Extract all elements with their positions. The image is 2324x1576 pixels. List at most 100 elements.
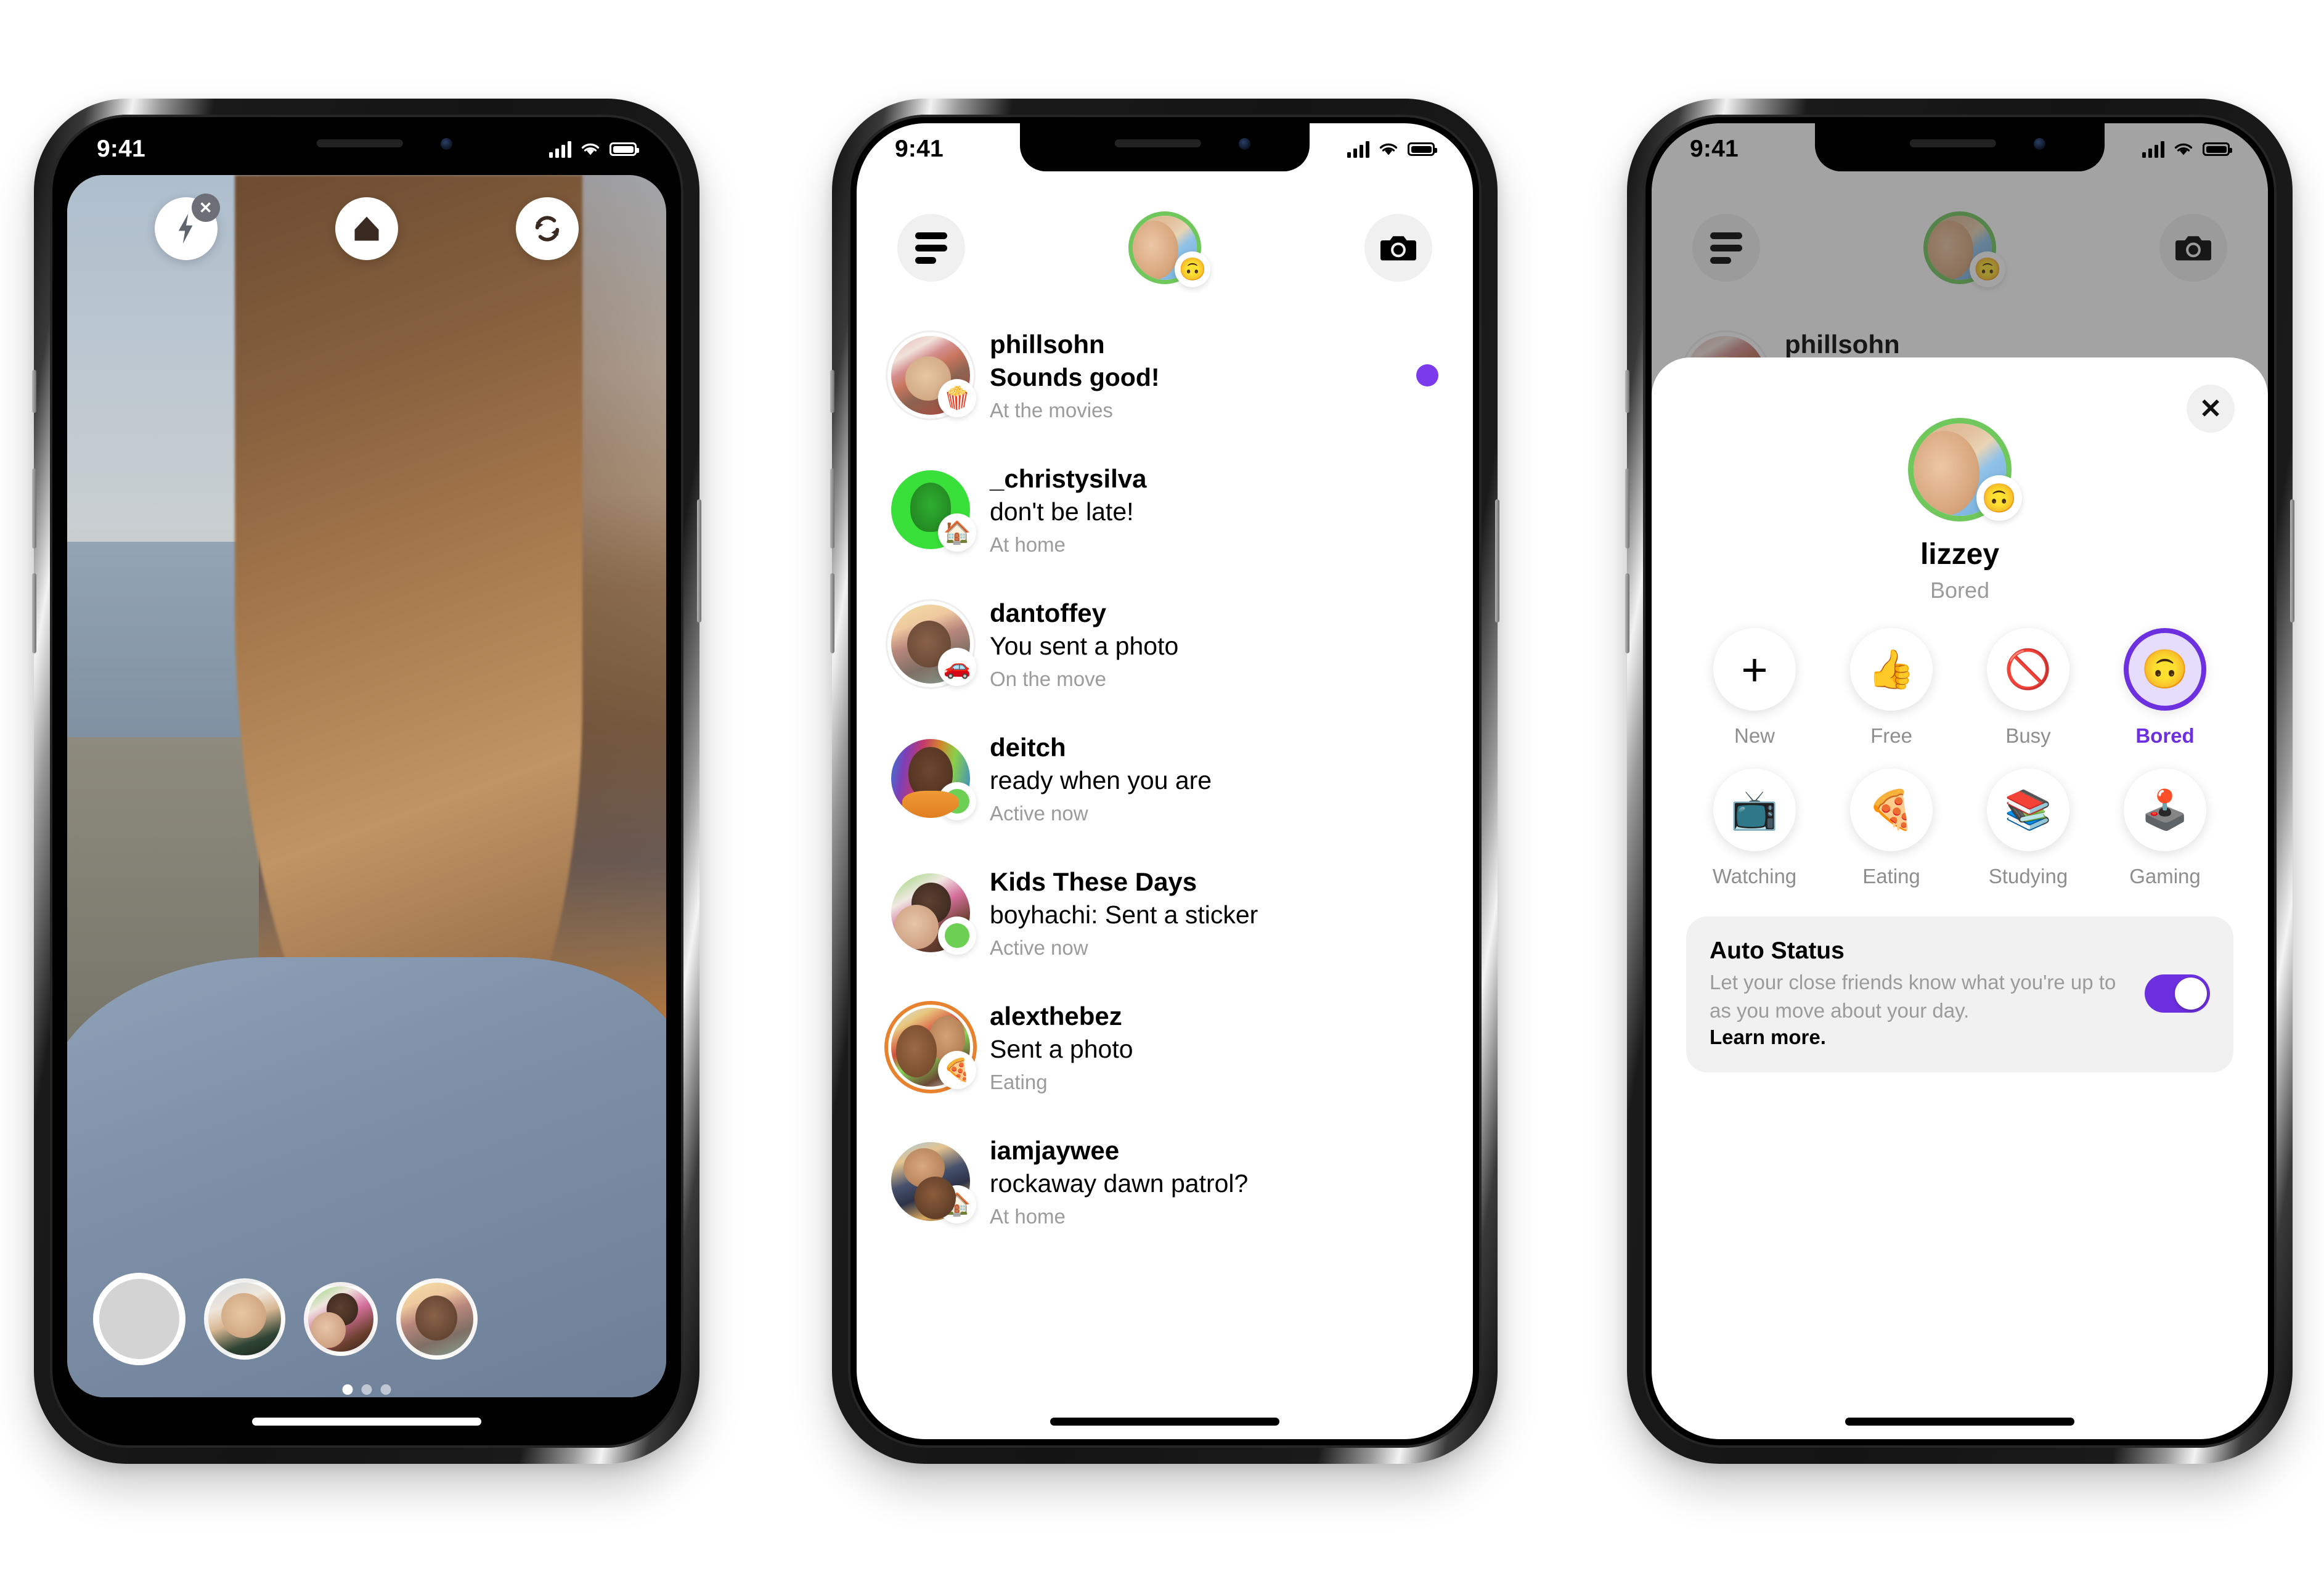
power-button[interactable] [697, 499, 701, 623]
status-option-busy[interactable]: 🚫 Busy [1960, 628, 2097, 748]
status-option-watching[interactable]: 📺 Watching [1686, 769, 1823, 888]
power-button[interactable] [1495, 499, 1499, 623]
thread-username: alexthebez [990, 1001, 1122, 1031]
close-icon: ✕ [2199, 393, 2222, 424]
thread-text: alexthebez Sent a photo Eating [990, 1000, 1438, 1094]
volume-up-button[interactable] [32, 468, 36, 549]
menu-button[interactable] [897, 214, 965, 282]
status-grid: + New 👍 Free 🚫 Busy 🙃 Bored 📺 Watching 🍕… [1686, 628, 2233, 888]
thread-username: iamjaywee [990, 1135, 1120, 1165]
thread-message: boyhachi: Sent a sticker [990, 900, 1258, 929]
pager-dot-3[interactable] [380, 1384, 391, 1395]
mute-switch[interactable] [830, 370, 834, 413]
plus-icon: + [1713, 628, 1796, 711]
volume-down-button[interactable] [32, 573, 36, 653]
direct-inbox: 🙃 🍿 phillsohn Sounds good! At the movies… [857, 123, 1473, 1439]
thread-username: deitch [990, 732, 1066, 762]
my-status-avatar[interactable]: 🙃 [1128, 211, 1210, 287]
wifi-icon [2174, 143, 2193, 155]
front-camera-lens [1239, 138, 1250, 150]
home-indicator[interactable] [1845, 1418, 2074, 1426]
auto-status-title: Auto Status [1710, 937, 1845, 964]
status-option-eating[interactable]: 🍕 Eating [1823, 769, 1960, 888]
power-button[interactable] [2290, 499, 2294, 623]
pager-dot-1[interactable] [342, 1384, 353, 1395]
learn-more-link[interactable]: Learn more. [1710, 1026, 2127, 1049]
table-row[interactable]: 🏠 iamjaywee rockaway dawn patrol? At hom… [857, 1114, 1473, 1249]
thread-list[interactable]: 🍿 phillsohn Sounds good! At the movies 🏠… [857, 308, 1473, 1439]
status-bar-icons [1347, 141, 1437, 158]
flash-off-button[interactable]: ✕ [154, 194, 220, 260]
battery-icon [2203, 142, 2232, 156]
thread-status: Eating [990, 1071, 1048, 1094]
pager-dot-2[interactable] [361, 1384, 372, 1395]
home-button[interactable] [335, 197, 398, 260]
status-option-bored[interactable]: 🙃 Bored [2097, 628, 2233, 748]
table-row[interactable]: deitch ready when you are Active now [857, 711, 1473, 846]
close-button[interactable]: ✕ [2187, 385, 2235, 433]
thread-status: Active now [990, 936, 1088, 960]
popcorn-icon: 🍿 [938, 379, 976, 417]
auto-status-card: Auto Status Let your close friends know … [1686, 917, 2233, 1073]
thread-text: phillsohn Sounds good! At the movies [990, 329, 1396, 422]
thumbs-up-icon: 👍 [1850, 628, 1933, 711]
phone-bezel: 🙃 [1643, 115, 2277, 1448]
table-row[interactable]: 🍿 phillsohn Sounds good! At the movies [857, 308, 1473, 443]
status-option-gaming[interactable]: 🕹️ Gaming [2097, 769, 2233, 888]
current-status-label: Bored [1930, 578, 1990, 603]
volume-up-button[interactable] [830, 468, 834, 549]
mute-switch[interactable] [1625, 370, 1629, 413]
status-label: Bored [2135, 724, 2195, 747]
thread-username: phillsohn [990, 329, 1105, 359]
thread-message: rockaway dawn patrol? [990, 1169, 1249, 1198]
my-avatar[interactable]: 🙃 [1908, 418, 2022, 521]
thread-text: dantoffey You sent a photo On the move [990, 597, 1438, 691]
home-indicator[interactable] [1050, 1418, 1279, 1426]
effect-thumb-1[interactable] [204, 1278, 285, 1360]
effects-pager [342, 1384, 391, 1395]
sheet-profile: 🙃 lizzey Bored [1686, 382, 2233, 603]
phone-inbox: 🙃 🍿 phillsohn Sounds good! At the movies… [830, 99, 1499, 1464]
table-row[interactable]: 🚗 dantoffey You sent a photo On the move [857, 577, 1473, 711]
notch [222, 123, 512, 171]
avatar-wrap: 🍿 [891, 336, 976, 417]
inbox-screen: 🙃 🍿 phillsohn Sounds good! At the movies… [857, 123, 1473, 1439]
avatar-wrap: 🏠 [891, 470, 976, 552]
thread-username: _christysilva [990, 463, 1147, 493]
page-title: lizzey [1920, 538, 2000, 571]
avatar-wrap [891, 873, 976, 955]
status-label: Watching [1712, 865, 1797, 888]
upside-down-face-icon: 🙃 [1175, 251, 1210, 287]
home-indicator[interactable] [252, 1418, 481, 1426]
table-row[interactable]: 🍕 alexthebez Sent a photo Eating [857, 980, 1473, 1114]
status-picker-screen: 🙃 phillsohn ✕ 🙃 lizzey Bored + New 👍 Fre… [1652, 123, 2268, 1439]
camera-top-controls: ✕ [59, 194, 675, 260]
flip-camera-button[interactable] [516, 197, 579, 260]
camera-screen: 9:41 ✕ [59, 123, 675, 1439]
battery-icon [1408, 142, 1437, 156]
front-camera-lens [441, 138, 452, 150]
thread-text: deitch ready when you are Active now [990, 732, 1438, 825]
effect-thumb-2[interactable] [304, 1282, 378, 1356]
volume-down-button[interactable] [1625, 573, 1629, 653]
camera-button[interactable] [1364, 214, 1432, 282]
status-option-new[interactable]: + New [1686, 628, 1823, 748]
volume-down-button[interactable] [830, 573, 834, 653]
table-row[interactable]: Kids These Days boyhachi: Sent a sticker… [857, 846, 1473, 980]
status-option-studying[interactable]: 📚 Studying [1960, 769, 2097, 888]
status-bar-time: 9:41 [895, 136, 944, 162]
effect-thumb-3[interactable] [396, 1278, 478, 1360]
thread-text: Kids These Days boyhachi: Sent a sticker… [990, 866, 1438, 960]
thread-status: On the move [990, 668, 1106, 691]
camera-viewfinder[interactable] [67, 175, 666, 1397]
status-label: New [1734, 724, 1776, 747]
pizza-icon: 🍕 [938, 1051, 976, 1089]
table-row[interactable]: 🏠 _christysilva don't be late! At home [857, 443, 1473, 577]
hamburger-icon [915, 227, 947, 269]
thread-status: At home [990, 533, 1066, 557]
volume-up-button[interactable] [1625, 468, 1629, 549]
shutter-button[interactable] [93, 1273, 186, 1365]
mute-switch[interactable] [32, 370, 36, 413]
status-option-free[interactable]: 👍 Free [1823, 628, 1960, 748]
auto-status-toggle[interactable] [2145, 974, 2210, 1013]
